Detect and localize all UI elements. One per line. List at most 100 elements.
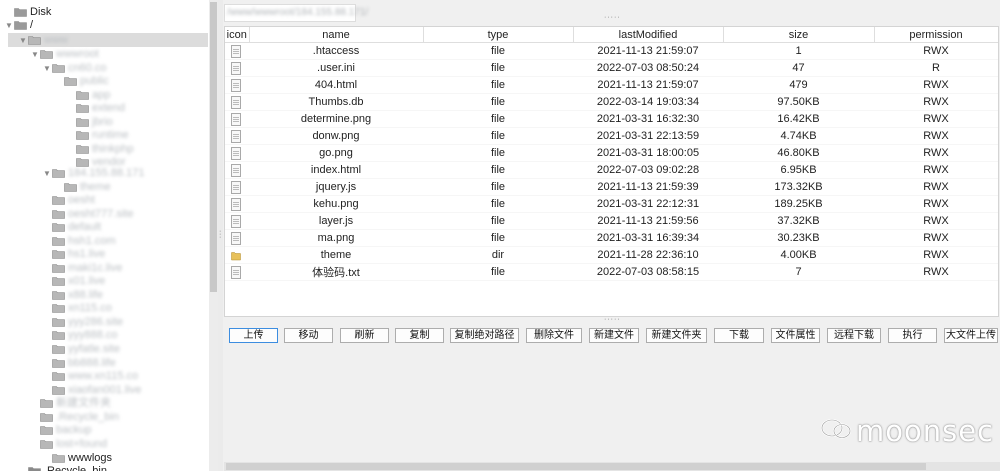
splitter-grip-middle[interactable]: ·····	[604, 316, 621, 323]
table-row[interactable]: donw.png file 2021-03-31 22:13:59 4.74KB RWX	[225, 127, 998, 145]
new-file-button[interactable]: 新建文件	[589, 328, 639, 343]
folder-icon	[231, 251, 241, 260]
column-header-type[interactable]: type	[423, 27, 574, 43]
download-button[interactable]: 下载	[714, 328, 764, 343]
tree-node-label: Disk	[30, 6, 52, 18]
last-modified: 2021-11-13 21:59:39	[573, 178, 723, 196]
tree-node[interactable]: oesht	[0, 193, 95, 207]
tree-node[interactable]: public	[0, 74, 109, 88]
table-row[interactable]: layer.js file 2021-11-13 21:59:56 37.32KB RW…	[225, 212, 998, 230]
column-header-icon[interactable]: icon	[225, 27, 250, 43]
expand-toggle-icon[interactable]: ▼	[42, 167, 52, 181]
tree-node[interactable]: wwwlogs	[0, 451, 112, 465]
expand-toggle-icon[interactable]: ▼	[30, 48, 40, 62]
new-folder-button[interactable]: 新建文件夹	[646, 328, 707, 343]
tree-node[interactable]: hs1.live	[0, 247, 105, 261]
folder-icon	[76, 130, 89, 140]
tree-scrollbar-thumb[interactable]	[210, 2, 217, 292]
vertical-splitter[interactable]: · · ·	[218, 0, 223, 471]
tree-node[interactable]: backup	[0, 423, 91, 437]
refresh-button[interactable]: 刷新	[340, 328, 389, 343]
delete-file-button[interactable]: 删除文件	[526, 328, 582, 343]
remote-download-button[interactable]: 远程下载	[827, 328, 881, 343]
tree-node[interactable]: ▼ wwwroot	[0, 47, 99, 61]
copy-absolute-path-button[interactable]: 复制绝对路径	[450, 328, 519, 343]
table-row[interactable]: kehu.png file 2021-03-31 22:12:31 189.25KB R…	[225, 195, 998, 213]
table-row[interactable]: jquery.js file 2021-11-13 21:59:39 173.32KB…	[225, 178, 998, 196]
tree-node[interactable]: thinkphp	[0, 142, 134, 156]
tree-node[interactable]: ▼ cn60.co	[0, 61, 107, 75]
file-properties-button[interactable]: 文件属性	[771, 328, 820, 343]
column-header-size[interactable]: size	[723, 27, 875, 43]
path-input[interactable]: /www/wwwroot/184.155.88.171/	[224, 4, 368, 22]
tree-node[interactable]: ▼ www	[8, 33, 208, 47]
tree-node[interactable]: Disk	[0, 5, 51, 19]
table-row[interactable]: determine.png file 2021-03-31 16:32:30 16.4…	[225, 110, 998, 128]
tree-node-label: bb888.life	[68, 357, 116, 369]
move-button[interactable]: 移动	[284, 328, 333, 343]
upload-button[interactable]: 上传	[229, 328, 278, 343]
tree-node[interactable]: .Recycle_bin	[0, 410, 119, 424]
tree-node[interactable]: ▼ /	[0, 18, 33, 32]
table-row[interactable]: .user.ini file 2022-07-03 08:50:24 47 R	[225, 59, 998, 77]
table-row[interactable]: 体验码.txt file 2022-07-03 08:58:15 7 RWX	[225, 263, 998, 281]
tree-node-label: www	[44, 34, 68, 46]
file-size: 189.25KB	[723, 195, 874, 213]
folder-icon	[52, 453, 65, 463]
tree-node[interactable]: oesht777.site	[0, 207, 133, 221]
tree-node[interactable]: runtime	[0, 128, 129, 142]
file-name: kehu.png	[249, 195, 423, 213]
tree-node[interactable]: bb888.life	[0, 356, 116, 370]
tree-node[interactable]: x88.life	[0, 288, 103, 302]
file-table[interactable]: icon name type lastModified size permission .…	[224, 26, 999, 317]
tree-node[interactable]: yyy286.site	[0, 315, 123, 329]
folder-icon	[52, 263, 65, 273]
table-row[interactable]: ma.png file 2021-03-31 16:39:34 30.23KB RWX	[225, 229, 998, 247]
tree-scrollbar[interactable]	[209, 0, 218, 471]
column-header-permission[interactable]: permission	[874, 27, 998, 43]
table-row[interactable]: 404.html file 2021-11-13 21:59:07 479 RWX	[225, 76, 998, 94]
tree-node[interactable]: jbrio	[0, 115, 113, 129]
column-header-lastmodified[interactable]: lastModified	[573, 27, 724, 43]
large-file-upload-button[interactable]: 大文件上传	[944, 328, 998, 343]
table-row[interactable]: index.html file 2022-07-03 09:02:28 6.95KB R…	[225, 161, 998, 179]
file-name: theme	[249, 246, 423, 264]
tree-node-label: runtime	[92, 129, 129, 141]
last-modified: 2021-11-28 22:36:10	[573, 246, 723, 264]
expand-toggle-icon[interactable]: ▼	[4, 19, 14, 33]
tree-node[interactable]: app	[0, 88, 110, 102]
table-row[interactable]: go.png file 2021-03-31 18:00:05 46.80KB RWX	[225, 144, 998, 162]
icon-cell	[225, 42, 249, 60]
table-body: .htaccess file 2021-11-13 21:59:07 1 RWX .use…	[225, 42, 998, 281]
tree-node[interactable]: ▼ 184.155.88.171	[0, 166, 144, 180]
folder-icon	[76, 90, 89, 100]
bottom-scrollbar[interactable]	[224, 462, 1000, 471]
copy-button[interactable]: 复制	[395, 328, 444, 343]
splitter-grip-top[interactable]: ·····	[604, 14, 621, 21]
tree-node[interactable]: www.xn115.co	[0, 369, 138, 383]
permission: RWX	[874, 42, 998, 60]
tree-node[interactable]: .Recycle_bin	[0, 464, 107, 471]
table-row[interactable]: theme dir 2021-11-28 22:36:10 4.00KB RWX	[225, 246, 998, 264]
tree-node[interactable]: x01.live	[0, 274, 105, 288]
tree-node[interactable]: xn115.co	[0, 301, 112, 315]
tree-node[interactable]: default	[0, 220, 101, 234]
table-row[interactable]: .htaccess file 2021-11-13 21:59:07 1 RWX	[225, 42, 998, 60]
tree-node[interactable]: lost+found	[0, 437, 107, 451]
bottom-scrollbar-thumb[interactable]	[226, 463, 926, 470]
table-row[interactable]: Thumbs.db file 2022-03-14 19:03:34 97.50KB R…	[225, 93, 998, 111]
tree-node[interactable]: yyfatle.site	[0, 342, 120, 356]
directory-tree[interactable]: Disk ▼ / ▼ www ▼ wwwroot ▼ cn60.co public app exten…	[0, 0, 209, 471]
tree-node[interactable]: 新建文件夹	[0, 396, 111, 410]
tree-node-label: xn115.co	[68, 302, 112, 314]
tree-node[interactable]: xiaofan001.live	[0, 383, 141, 397]
file-name: Thumbs.db	[249, 93, 423, 111]
tree-node[interactable]: theme	[0, 180, 111, 194]
tree-node[interactable]: extend	[0, 101, 125, 115]
expand-toggle-icon[interactable]: ▼	[18, 34, 28, 48]
tree-node[interactable]: hsh1.com	[0, 234, 116, 248]
execute-button[interactable]: 执行	[888, 328, 937, 343]
column-header-name[interactable]: name	[249, 27, 424, 43]
tree-node[interactable]: yyy888.co	[0, 328, 118, 342]
tree-node[interactable]: maki1c.live	[0, 261, 122, 275]
